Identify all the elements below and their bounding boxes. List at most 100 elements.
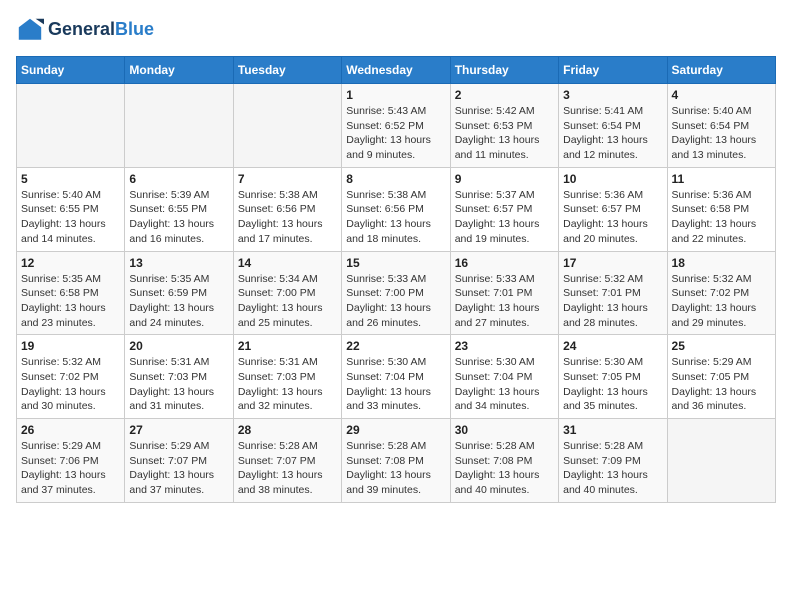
day-header-sunday: Sunday (17, 57, 125, 84)
calendar-cell: 25Sunrise: 5:29 AM Sunset: 7:05 PM Dayli… (667, 335, 775, 419)
day-info: Sunrise: 5:33 AM Sunset: 7:00 PM Dayligh… (346, 272, 445, 331)
calendar-cell: 9 Sunrise: 5:37 AM Sunset: 6:57 PM Daylig… (450, 167, 558, 251)
calendar-cell: 20 Sunrise: 5:31 AM Sunset: 7:03 PM Dayli… (125, 335, 233, 419)
day-number: 27 (129, 423, 228, 437)
calendar-cell (125, 84, 233, 168)
calendar-cell: 8 Sunrise: 5:38 AM Sunset: 6:56 PM Daylig… (342, 167, 450, 251)
day-number: 23 (455, 339, 554, 353)
day-info: Sunrise: 5:40 AM Sunset: 6:55 PM Dayligh… (21, 188, 120, 247)
day-info: Sunrise: 5:42 AM Sunset: 6:53 PM Dayligh… (455, 104, 554, 163)
day-info: Sunrise: 5:31 AM Sunset: 7:03 PM Dayligh… (238, 355, 337, 414)
day-header-wednesday: Wednesday (342, 57, 450, 84)
day-number: 17 (563, 256, 662, 270)
day-number: 4 (672, 88, 771, 102)
day-number: 7 (238, 172, 337, 186)
day-info: Sunrise: 5:39 AM Sunset: 6:55 PM Dayligh… (129, 188, 228, 247)
calendar-cell: 7 Sunrise: 5:38 AM Sunset: 6:56 PM Daylig… (233, 167, 341, 251)
day-number: 14 (238, 256, 337, 270)
day-info: Sunrise: 5:31 AM Sunset: 7:03 PM Dayligh… (129, 355, 228, 414)
day-info: Sunrise: 5:32 AM Sunset: 7:01 PM Dayligh… (563, 272, 662, 331)
calendar-cell: 22 Sunrise: 5:30 AM Sunset: 7:04 PM Dayli… (342, 335, 450, 419)
day-info: Sunrise: 5:28 AM Sunset: 7:08 PM Dayligh… (455, 439, 554, 498)
calendar-cell: 10 Sunrise: 5:36 AM Sunset: 6:57 PM Dayli… (559, 167, 667, 251)
day-info: Sunrise: 5:43 AM Sunset: 6:52 PM Dayligh… (346, 104, 445, 163)
day-header-friday: Friday (559, 57, 667, 84)
day-number: 26 (21, 423, 120, 437)
day-header-monday: Monday (125, 57, 233, 84)
day-number: 11 (672, 172, 771, 186)
page-header: GeneralBlue (16, 16, 776, 44)
day-info: Sunrise: 5:28 AM Sunset: 7:07 PM Dayligh… (238, 439, 337, 498)
day-info: Sunrise: 5:35 AM Sunset: 6:58 PM Dayligh… (21, 272, 120, 331)
calendar-cell: 6 Sunrise: 5:39 AM Sunset: 6:55 PM Daylig… (125, 167, 233, 251)
calendar-cell: 16 Sunrise: 5:33 AM Sunset: 7:01 PM Dayli… (450, 251, 558, 335)
day-info: Sunrise: 5:37 AM Sunset: 6:57 PM Dayligh… (455, 188, 554, 247)
day-number: 29 (346, 423, 445, 437)
day-number: 15 (346, 256, 445, 270)
day-number: 20 (129, 339, 228, 353)
day-info: Sunrise: 5:28 AM Sunset: 7:09 PM Dayligh… (563, 439, 662, 498)
calendar-cell: 30 Sunrise: 5:28 AM Sunset: 7:08 PM Dayli… (450, 419, 558, 503)
day-number: 30 (455, 423, 554, 437)
calendar-cell: 11 Sunrise: 5:36 AM Sunset: 6:58 PM Dayli… (667, 167, 775, 251)
calendar-cell: 19 Sunrise: 5:32 AM Sunset: 7:02 PM Dayli… (17, 335, 125, 419)
calendar-cell: 5 Sunrise: 5:40 AM Sunset: 6:55 PM Daylig… (17, 167, 125, 251)
day-number: 2 (455, 88, 554, 102)
day-info: Sunrise: 5:30 AM Sunset: 7:04 PM Dayligh… (346, 355, 445, 414)
day-number: 3 (563, 88, 662, 102)
calendar-cell: 15 Sunrise: 5:33 AM Sunset: 7:00 PM Dayli… (342, 251, 450, 335)
logo: GeneralBlue (16, 16, 154, 44)
day-info: Sunrise: 5:41 AM Sunset: 6:54 PM Dayligh… (563, 104, 662, 163)
day-info: Sunrise: 5:29 AM Sunset: 7:07 PM Dayligh… (129, 439, 228, 498)
day-number: 28 (238, 423, 337, 437)
calendar-cell (17, 84, 125, 168)
calendar-cell (667, 419, 775, 503)
day-info: Sunrise: 5:35 AM Sunset: 6:59 PM Dayligh… (129, 272, 228, 331)
day-number: 16 (455, 256, 554, 270)
calendar-cell: 3 Sunrise: 5:41 AM Sunset: 6:54 PM Daylig… (559, 84, 667, 168)
day-number: 31 (563, 423, 662, 437)
day-info: Sunrise: 5:32 AM Sunset: 7:02 PM Dayligh… (672, 272, 771, 331)
day-number: 24 (563, 339, 662, 353)
calendar-cell (233, 84, 341, 168)
day-info: Sunrise: 5:34 AM Sunset: 7:00 PM Dayligh… (238, 272, 337, 331)
day-info: Sunrise: 5:30 AM Sunset: 7:04 PM Dayligh… (455, 355, 554, 414)
calendar-cell: 2 Sunrise: 5:42 AM Sunset: 6:53 PM Daylig… (450, 84, 558, 168)
calendar-cell: 21 Sunrise: 5:31 AM Sunset: 7:03 PM Dayli… (233, 335, 341, 419)
logo-icon (16, 16, 44, 44)
day-number: 9 (455, 172, 554, 186)
day-info: Sunrise: 5:33 AM Sunset: 7:01 PM Dayligh… (455, 272, 554, 331)
day-info: Sunrise: 5:36 AM Sunset: 6:57 PM Dayligh… (563, 188, 662, 247)
calendar-cell: 17 Sunrise: 5:32 AM Sunset: 7:01 PM Dayli… (559, 251, 667, 335)
calendar-cell: 23 Sunrise: 5:30 AM Sunset: 7:04 PM Dayli… (450, 335, 558, 419)
calendar-cell: 1 Sunrise: 5:43 AM Sunset: 6:52 PM Daylig… (342, 84, 450, 168)
day-info: Sunrise: 5:38 AM Sunset: 6:56 PM Dayligh… (346, 188, 445, 247)
day-info: Sunrise: 5:32 AM Sunset: 7:02 PM Dayligh… (21, 355, 120, 414)
day-header-tuesday: Tuesday (233, 57, 341, 84)
day-number: 21 (238, 339, 337, 353)
day-header-thursday: Thursday (450, 57, 558, 84)
day-info: Sunrise: 5:38 AM Sunset: 6:56 PM Dayligh… (238, 188, 337, 247)
day-number: 6 (129, 172, 228, 186)
day-number: 13 (129, 256, 228, 270)
calendar-cell: 14 Sunrise: 5:34 AM Sunset: 7:00 PM Dayli… (233, 251, 341, 335)
day-info: Sunrise: 5:36 AM Sunset: 6:58 PM Dayligh… (672, 188, 771, 247)
day-info: Sunrise: 5:28 AM Sunset: 7:08 PM Dayligh… (346, 439, 445, 498)
logo-text: GeneralBlue (48, 20, 154, 40)
calendar-cell: 27 Sunrise: 5:29 AM Sunset: 7:07 PM Dayli… (125, 419, 233, 503)
day-info: Sunrise: 5:30 AM Sunset: 7:05 PM Dayligh… (563, 355, 662, 414)
day-number: 5 (21, 172, 120, 186)
day-number: 10 (563, 172, 662, 186)
day-number: 19 (21, 339, 120, 353)
calendar-cell: 12 Sunrise: 5:35 AM Sunset: 6:58 PM Dayli… (17, 251, 125, 335)
day-number: 1 (346, 88, 445, 102)
day-number: 12 (21, 256, 120, 270)
day-header-saturday: Saturday (667, 57, 775, 84)
day-number: 22 (346, 339, 445, 353)
calendar-cell: 26Sunrise: 5:29 AM Sunset: 7:06 PM Dayli… (17, 419, 125, 503)
calendar-cell: 31 Sunrise: 5:28 AM Sunset: 7:09 PM Dayli… (559, 419, 667, 503)
calendar-cell: 13 Sunrise: 5:35 AM Sunset: 6:59 PM Dayli… (125, 251, 233, 335)
day-number: 8 (346, 172, 445, 186)
calendar-cell: 28 Sunrise: 5:28 AM Sunset: 7:07 PM Dayli… (233, 419, 341, 503)
calendar-table: SundayMondayTuesdayWednesdayThursdayFrid… (16, 56, 776, 503)
